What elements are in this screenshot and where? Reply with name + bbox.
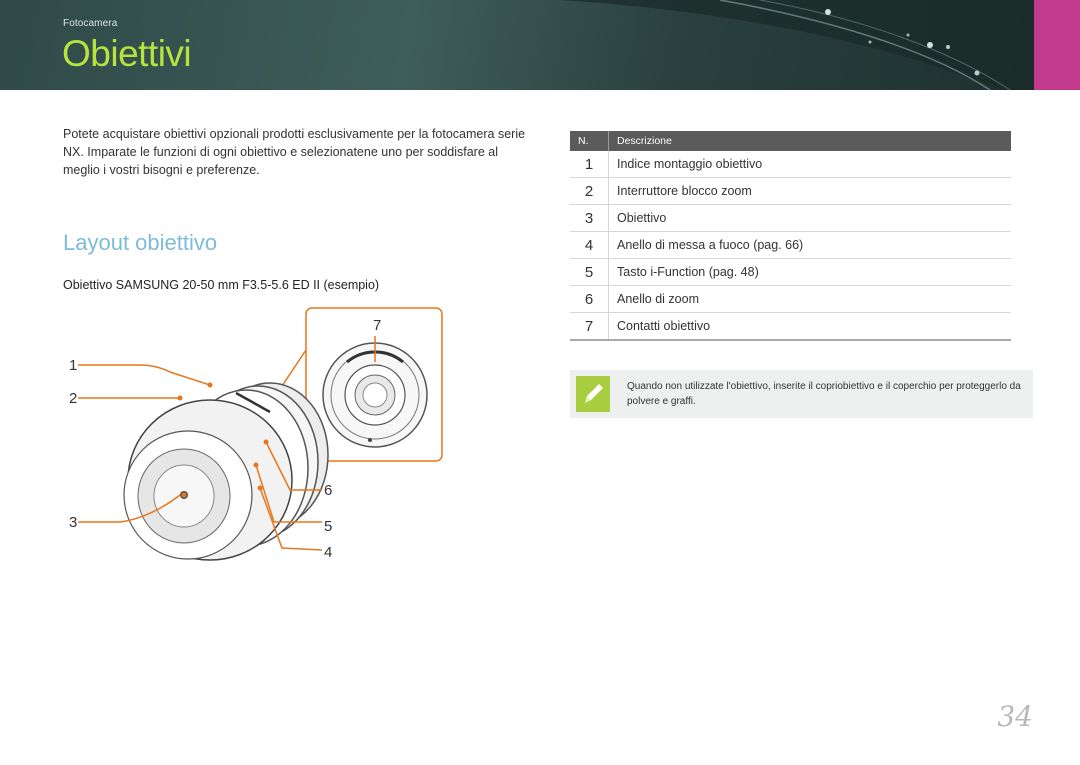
table-row: 3 Obiettivo xyxy=(570,204,1011,232)
row-description: Anello di zoom xyxy=(608,285,1011,313)
callout-5: 5 xyxy=(324,518,333,535)
row-description: Anello di messa a fuoco (pag. 66) xyxy=(608,231,1011,259)
row-description: Contatti obiettivo xyxy=(608,312,1011,341)
callout-2: 2 xyxy=(69,390,78,407)
row-number: 5 xyxy=(570,258,609,286)
lens-caption: Obiettivo SAMSUNG 20-50 mm F3.5-5.6 ED I… xyxy=(63,278,380,292)
note-box: Quando non utilizzate l'obiettivo, inser… xyxy=(570,370,1033,418)
page-title: Obiettivi xyxy=(62,33,192,74)
callout-4: 4 xyxy=(324,544,333,561)
table-row: 5 Tasto i-Function (pag. 48) xyxy=(570,258,1011,286)
lens-layout-diagram xyxy=(78,307,443,561)
table-header-number: N. xyxy=(570,131,609,151)
section-title: Layout obiettivo xyxy=(63,230,218,255)
table-header-row: N. Descrizione xyxy=(570,131,1011,151)
callout-6: 6 xyxy=(324,482,333,499)
lens-parts-table: N. Descrizione 1 Indice montaggio obiett… xyxy=(570,131,1011,341)
row-number: 1 xyxy=(570,151,609,178)
callout-1: 1 xyxy=(69,357,78,374)
table-row: 6 Anello di zoom xyxy=(570,285,1011,313)
row-number: 4 xyxy=(570,231,609,259)
row-description: Indice montaggio obiettivo xyxy=(608,151,1011,178)
pencil-note-icon xyxy=(576,376,610,412)
breadcrumb: Fotocamera xyxy=(63,18,118,29)
callout-3: 3 xyxy=(69,514,78,531)
table-row: 7 Contatti obiettivo xyxy=(570,312,1011,341)
header-accent-bar xyxy=(1034,0,1080,90)
row-description: Obiettivo xyxy=(608,204,1011,232)
callout-7: 7 xyxy=(373,317,382,334)
page-number: 34 xyxy=(997,700,1033,733)
table-row: 4 Anello di messa a fuoco (pag. 66) xyxy=(570,231,1011,259)
table-row: 1 Indice montaggio obiettivo xyxy=(570,151,1011,178)
row-number: 7 xyxy=(570,312,609,341)
header-banner: Fotocamera Obiettivi xyxy=(0,0,1080,90)
row-description: Tasto i-Function (pag. 48) xyxy=(608,258,1011,286)
table-header-description: Descrizione xyxy=(608,131,1011,151)
row-number: 6 xyxy=(570,285,609,313)
note-text: Quando non utilizzate l'obiettivo, inser… xyxy=(627,381,1021,407)
intro-paragraph: Potete acquistare obiettivi opzionali pr… xyxy=(63,127,526,177)
row-number: 2 xyxy=(570,177,609,205)
row-number: 3 xyxy=(570,204,609,232)
table-row: 2 Interruttore blocco zoom xyxy=(570,177,1011,205)
lens-front-drawing xyxy=(123,382,329,561)
row-description: Interruttore blocco zoom xyxy=(608,177,1011,205)
